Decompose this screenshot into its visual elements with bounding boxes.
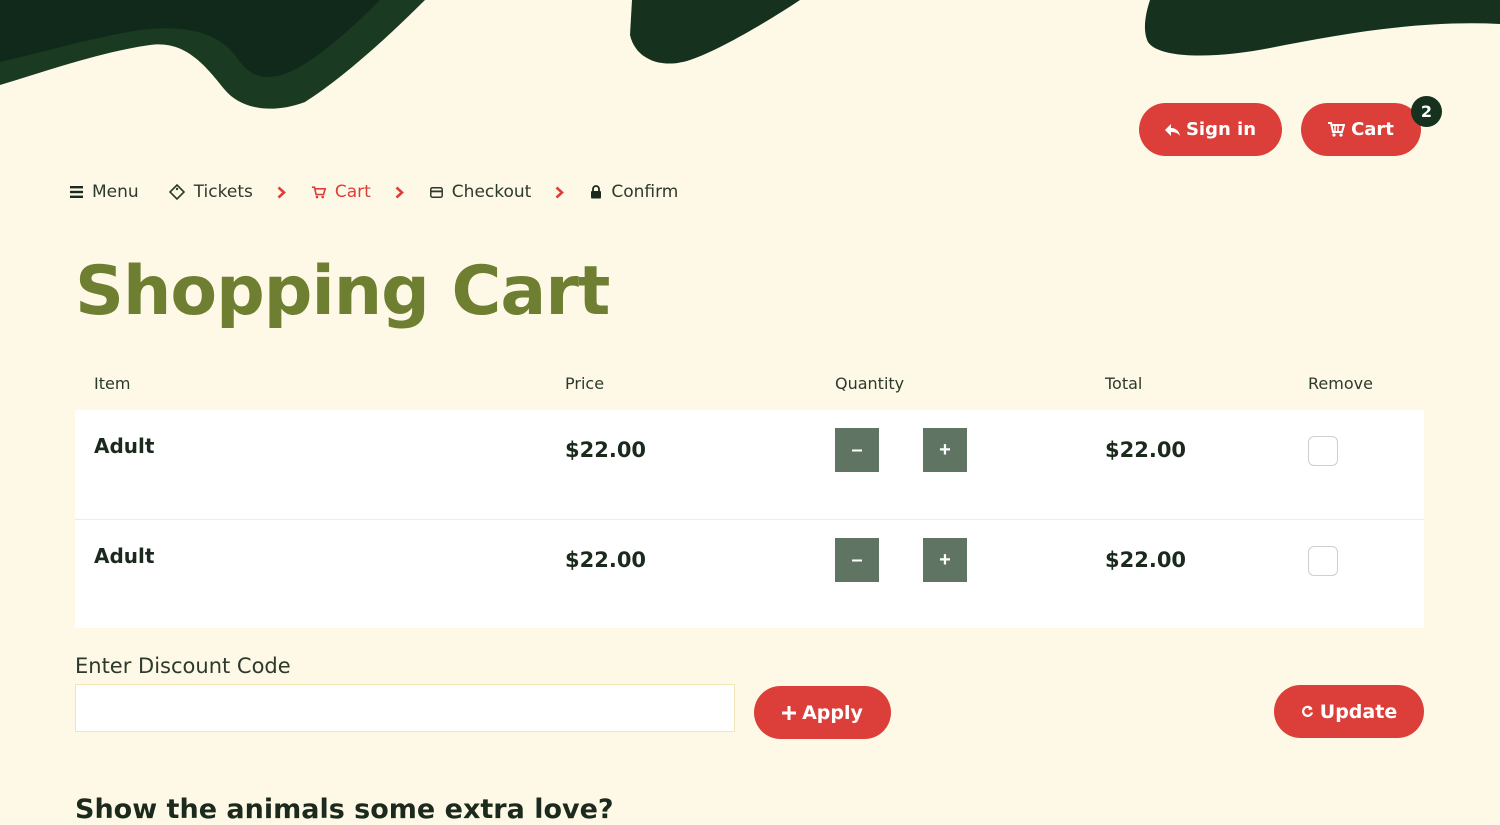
breadcrumb-confirm-label: Confirm (611, 182, 679, 202)
column-header-item: Item (94, 374, 131, 393)
item-price: $22.00 (565, 438, 647, 462)
refresh-icon (1301, 705, 1314, 718)
cart-icon (1328, 122, 1346, 137)
table-row: Adult $22.00 – + $22.00 (75, 519, 1424, 629)
cart-icon (311, 185, 326, 199)
column-header-total: Total (1105, 374, 1143, 393)
item-total: $22.00 (1105, 548, 1187, 572)
column-header-price: Price (565, 374, 605, 393)
quantity-decrease-button[interactable]: – (835, 428, 879, 472)
quantity-decrease-button[interactable]: – (835, 538, 879, 582)
hamburger-icon (70, 186, 83, 198)
table-row: Adult $22.00 – + $22.00 (75, 410, 1424, 519)
breadcrumb-confirm[interactable]: Confirm (590, 182, 678, 202)
column-header-remove: Remove (1308, 374, 1373, 393)
column-header-quantity: Quantity (835, 374, 905, 393)
quantity-increase-button[interactable]: + (923, 428, 967, 472)
item-total: $22.00 (1105, 438, 1187, 462)
remove-checkbox[interactable] (1308, 546, 1338, 576)
breadcrumb-tickets-label: Tickets (193, 182, 253, 202)
apply-label: Apply (802, 701, 863, 724)
item-name: Adult (94, 434, 155, 458)
breadcrumb-cart[interactable]: Cart (311, 182, 371, 202)
reply-arrow-icon (1164, 123, 1180, 137)
breadcrumb-menu[interactable]: Menu (70, 182, 139, 202)
breadcrumb-checkout[interactable]: Checkout (429, 182, 532, 202)
chevron-right-icon (395, 186, 404, 199)
decorative-header-shapes (0, 0, 1500, 109)
extra-love-heading: Show the animals some extra love? (75, 794, 614, 825)
credit-card-icon (429, 186, 443, 198)
discount-code-label: Enter Discount Code (75, 654, 291, 678)
item-price: $22.00 (565, 548, 647, 572)
ticket-icon (168, 184, 185, 200)
cart-label: Cart (1351, 119, 1394, 140)
breadcrumb-tickets[interactable]: Tickets (168, 182, 253, 202)
lock-icon (590, 185, 602, 199)
update-label: Update (1319, 700, 1398, 723)
cart-table: Adult $22.00 – + $22.00 Adult $22.00 – +… (75, 410, 1424, 628)
chevron-right-icon (555, 186, 565, 199)
breadcrumb-menu-label: Menu (92, 182, 139, 202)
discount-code-input[interactable] (75, 684, 735, 732)
breadcrumb-checkout-label: Checkout (451, 182, 532, 202)
breadcrumb: Menu Tickets Cart Checkout Confirm (70, 180, 678, 204)
cart-button[interactable]: Cart (1301, 103, 1421, 156)
quantity-increase-button[interactable]: + (923, 538, 967, 582)
sign-in-label: Sign in (1185, 119, 1257, 140)
sign-in-button[interactable]: Sign in (1139, 103, 1282, 156)
breadcrumb-cart-label: Cart (334, 182, 371, 202)
plus-icon (782, 705, 797, 720)
page-title: Shopping Cart (75, 252, 610, 331)
apply-discount-button[interactable]: Apply (754, 686, 891, 739)
remove-checkbox[interactable] (1308, 436, 1338, 466)
cart-count-badge: 2 (1411, 96, 1442, 127)
chevron-right-icon (277, 186, 286, 199)
item-name: Adult (94, 544, 155, 568)
update-cart-button[interactable]: Update (1274, 685, 1424, 738)
